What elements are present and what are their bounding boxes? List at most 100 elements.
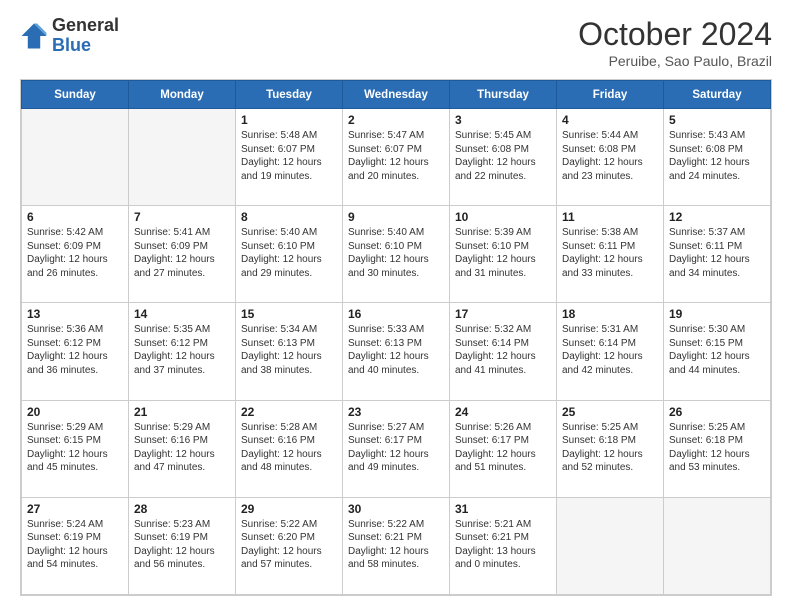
cal-cell: 11 Sunrise: 5:38 AMSunset: 6:11 PMDayligh… [557, 206, 664, 303]
cell-info: Sunrise: 5:39 AMSunset: 6:10 PMDaylight:… [455, 226, 551, 280]
cell-info: Sunrise: 5:40 AMSunset: 6:10 PMDaylight:… [241, 226, 337, 280]
cell-info: Sunrise: 5:25 AMSunset: 6:18 PMDaylight:… [669, 421, 765, 475]
cell-info: Sunrise: 5:37 AMSunset: 6:11 PMDaylight:… [669, 226, 765, 280]
date-number: 31 [455, 502, 551, 516]
title-block: October 2024 Peruibe, Sao Paulo, Brazil [578, 16, 772, 69]
cal-cell: 4Sunrise: 5:44 AMSunset: 6:08 PMDaylight… [557, 109, 664, 206]
cal-cell: 24 Sunrise: 5:26 AMSunset: 6:17 PMDayligh… [450, 400, 557, 497]
date-number: 25 [562, 405, 658, 419]
logo-blue-text: Blue [52, 35, 91, 55]
week-row-5: 27Sunrise: 5:24 AMSunset: 6:19 PMDayligh… [22, 497, 771, 594]
date-number: 10 [455, 210, 551, 224]
cell-info: Sunrise: 5:29 AMSunset: 6:15 PMDaylight:… [27, 421, 123, 475]
month-title: October 2024 [578, 16, 772, 53]
week-row-1: 1 Sunrise: 5:48 AMSunset: 6:07 PMDaylight… [22, 109, 771, 206]
cell-info: Sunrise: 5:29 AMSunset: 6:16 PMDaylight:… [134, 421, 230, 475]
cal-cell [129, 109, 236, 206]
day-header-sunday: Sunday [22, 81, 129, 109]
cell-info: Sunrise: 5:26 AMSunset: 6:17 PMDaylight:… [455, 421, 551, 475]
cal-cell: 3 Sunrise: 5:45 AMSunset: 6:08 PMDaylight… [450, 109, 557, 206]
cal-cell: 19 Sunrise: 5:30 AMSunset: 6:15 PMDayligh… [664, 303, 771, 400]
date-number: 2 [348, 113, 444, 127]
cal-cell: 16 Sunrise: 5:33 AMSunset: 6:13 PMDayligh… [343, 303, 450, 400]
calendar-header: SundayMondayTuesdayWednesdayThursdayFrid… [22, 81, 771, 109]
date-number: 29 [241, 502, 337, 516]
cal-cell: 28Sunrise: 5:23 AMSunset: 6:19 PMDayligh… [129, 497, 236, 594]
date-number: 8 [241, 210, 337, 224]
cell-info: Sunrise: 5:31 AMSunset: 6:14 PMDaylight:… [562, 323, 658, 377]
location-subtitle: Peruibe, Sao Paulo, Brazil [578, 53, 772, 69]
cal-cell: 21 Sunrise: 5:29 AMSunset: 6:16 PMDayligh… [129, 400, 236, 497]
logo-icon [20, 22, 48, 50]
date-number: 9 [348, 210, 444, 224]
cal-cell: 6Sunrise: 5:42 AMSunset: 6:09 PMDaylight… [22, 206, 129, 303]
cal-cell: 27Sunrise: 5:24 AMSunset: 6:19 PMDayligh… [22, 497, 129, 594]
date-number: 20 [27, 405, 123, 419]
cell-info: Sunrise: 5:22 AMSunset: 6:20 PMDaylight:… [241, 518, 337, 572]
cell-info: Sunrise: 5:36 AMSunset: 6:12 PMDaylight:… [27, 323, 123, 377]
calendar: SundayMondayTuesdayWednesdayThursdayFrid… [20, 79, 772, 596]
cal-cell: 30 Sunrise: 5:22 AMSunset: 6:21 PMDayligh… [343, 497, 450, 594]
cal-cell: 14 Sunrise: 5:35 AMSunset: 6:12 PMDayligh… [129, 303, 236, 400]
week-row-3: 13 Sunrise: 5:36 AMSunset: 6:12 PMDayligh… [22, 303, 771, 400]
date-number: 26 [669, 405, 765, 419]
cell-info: Sunrise: 5:32 AMSunset: 6:14 PMDaylight:… [455, 323, 551, 377]
date-number: 14 [134, 307, 230, 321]
cal-cell [664, 497, 771, 594]
cal-cell: 25Sunrise: 5:25 AMSunset: 6:18 PMDayligh… [557, 400, 664, 497]
cell-info: Sunrise: 5:21 AMSunset: 6:21 PMDaylight:… [455, 518, 551, 572]
date-number: 19 [669, 307, 765, 321]
date-number: 3 [455, 113, 551, 127]
cal-cell: 20 Sunrise: 5:29 AMSunset: 6:15 PMDayligh… [22, 400, 129, 497]
cell-info: Sunrise: 5:33 AMSunset: 6:13 PMDaylight:… [348, 323, 444, 377]
date-number: 24 [455, 405, 551, 419]
date-number: 7 [134, 210, 230, 224]
date-number: 27 [27, 502, 123, 516]
date-number: 16 [348, 307, 444, 321]
week-row-4: 20 Sunrise: 5:29 AMSunset: 6:15 PMDayligh… [22, 400, 771, 497]
day-header-wednesday: Wednesday [343, 81, 450, 109]
date-number: 15 [241, 307, 337, 321]
date-number: 13 [27, 307, 123, 321]
cal-cell: 9Sunrise: 5:40 AMSunset: 6:10 PMDaylight… [343, 206, 450, 303]
cell-info: Sunrise: 5:30 AMSunset: 6:15 PMDaylight:… [669, 323, 765, 377]
cell-info: Sunrise: 5:47 AMSunset: 6:07 PMDaylight:… [348, 129, 444, 183]
cal-cell [22, 109, 129, 206]
date-number: 18 [562, 307, 658, 321]
date-number: 30 [348, 502, 444, 516]
cell-info: Sunrise: 5:22 AMSunset: 6:21 PMDaylight:… [348, 518, 444, 572]
day-header-tuesday: Tuesday [236, 81, 343, 109]
day-header-monday: Monday [129, 81, 236, 109]
cal-cell: 23Sunrise: 5:27 AMSunset: 6:17 PMDayligh… [343, 400, 450, 497]
logo-text: General Blue [52, 16, 119, 56]
cell-info: Sunrise: 5:23 AMSunset: 6:19 PMDaylight:… [134, 518, 230, 572]
cell-info: Sunrise: 5:28 AMSunset: 6:16 PMDaylight:… [241, 421, 337, 475]
cell-info: Sunrise: 5:41 AMSunset: 6:09 PMDaylight:… [134, 226, 230, 280]
cal-cell: 2 Sunrise: 5:47 AMSunset: 6:07 PMDaylight… [343, 109, 450, 206]
cal-cell: 15 Sunrise: 5:34 AMSunset: 6:13 PMDayligh… [236, 303, 343, 400]
cell-info: Sunrise: 5:45 AMSunset: 6:08 PMDaylight:… [455, 129, 551, 183]
day-header-saturday: Saturday [664, 81, 771, 109]
cal-cell: 5Sunrise: 5:43 AMSunset: 6:08 PMDaylight… [664, 109, 771, 206]
cell-info: Sunrise: 5:48 AMSunset: 6:07 PMDaylight:… [241, 129, 337, 183]
cal-cell: 18 Sunrise: 5:31 AMSunset: 6:14 PMDayligh… [557, 303, 664, 400]
date-number: 23 [348, 405, 444, 419]
cell-info: Sunrise: 5:34 AMSunset: 6:13 PMDaylight:… [241, 323, 337, 377]
cal-cell: 17 Sunrise: 5:32 AMSunset: 6:14 PMDayligh… [450, 303, 557, 400]
cell-info: Sunrise: 5:44 AMSunset: 6:08 PMDaylight:… [562, 129, 658, 183]
page: General Blue October 2024 Peruibe, Sao P… [0, 0, 792, 612]
cal-cell: 1 Sunrise: 5:48 AMSunset: 6:07 PMDaylight… [236, 109, 343, 206]
header-row: SundayMondayTuesdayWednesdayThursdayFrid… [22, 81, 771, 109]
cal-cell: 12Sunrise: 5:37 AMSunset: 6:11 PMDayligh… [664, 206, 771, 303]
cell-info: Sunrise: 5:38 AMSunset: 6:11 PMDaylight:… [562, 226, 658, 280]
date-number: 1 [241, 113, 337, 127]
date-number: 11 [562, 210, 658, 224]
logo-general-text: General [52, 15, 119, 35]
cal-cell: 26 Sunrise: 5:25 AMSunset: 6:18 PMDayligh… [664, 400, 771, 497]
cal-cell: 10 Sunrise: 5:39 AMSunset: 6:10 PMDayligh… [450, 206, 557, 303]
cal-cell: 22Sunrise: 5:28 AMSunset: 6:16 PMDayligh… [236, 400, 343, 497]
cell-info: Sunrise: 5:35 AMSunset: 6:12 PMDaylight:… [134, 323, 230, 377]
date-number: 21 [134, 405, 230, 419]
calendar-body: 1 Sunrise: 5:48 AMSunset: 6:07 PMDaylight… [22, 109, 771, 595]
date-number: 17 [455, 307, 551, 321]
